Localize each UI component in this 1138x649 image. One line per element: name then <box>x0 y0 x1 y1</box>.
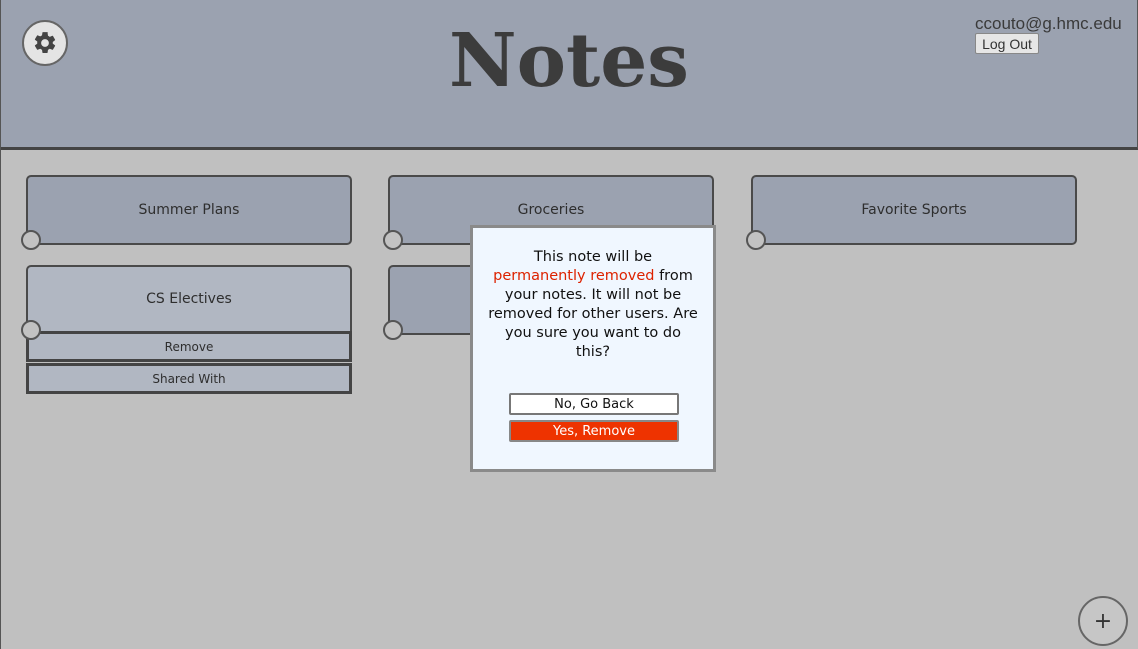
confirm-remove-button[interactable]: Yes, Remove <box>509 420 679 442</box>
cancel-button[interactable]: No, Go Back <box>509 393 679 415</box>
confirm-message: This note will be permanently removed fr… <box>487 248 699 362</box>
note-title: Groceries <box>517 202 585 218</box>
page-title: Notes <box>449 18 689 104</box>
note-card[interactable]: Favorite Sports <box>751 175 1077 245</box>
note-select-toggle[interactable] <box>21 320 41 340</box>
remove-note-button[interactable]: Remove <box>26 331 352 362</box>
note-title: CS Electives <box>146 291 232 307</box>
note-select-toggle[interactable] <box>21 230 41 250</box>
shared-with-label: Shared With <box>152 371 226 386</box>
plus-icon: + <box>1093 608 1113 634</box>
note-select-toggle[interactable] <box>383 230 403 250</box>
confirm-message-start: This note will be <box>533 249 653 265</box>
confirm-message-warning: permanently removed <box>493 268 655 284</box>
remove-confirm-dialog: This note will be permanently removed fr… <box>470 225 716 472</box>
note-select-toggle[interactable] <box>746 230 766 250</box>
shared-with-button[interactable]: Shared With <box>26 363 352 394</box>
add-note-button[interactable]: + <box>1078 596 1128 646</box>
note-card-expanded[interactable]: CS Electives <box>26 265 352 333</box>
page-left-border <box>0 147 1 649</box>
logout-button[interactable]: Log Out <box>975 33 1039 54</box>
note-title: Favorite Sports <box>861 202 967 218</box>
remove-note-label: Remove <box>164 339 214 354</box>
note-card[interactable]: Summer Plans <box>26 175 352 245</box>
note-title: Summer Plans <box>138 202 240 218</box>
user-email: ccouto@g.hmc.edu <box>975 14 1122 33</box>
note-select-toggle[interactable] <box>383 320 403 340</box>
